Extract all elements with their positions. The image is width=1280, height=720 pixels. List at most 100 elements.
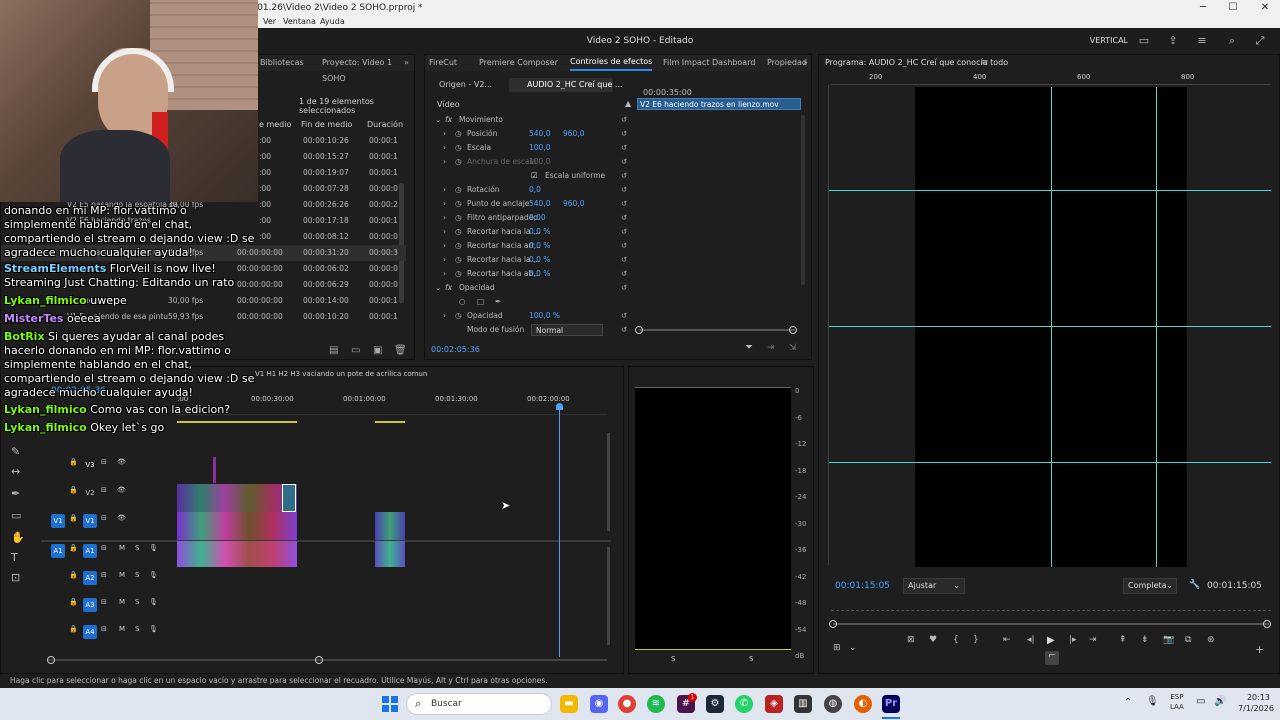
solo-left[interactable]: S (671, 655, 675, 663)
language-indicator[interactable]: ESP LAA (1170, 692, 1184, 712)
effect-row[interactable]: › ◷ Punto de anclaje 540,0 960,0 ↺ (425, 197, 805, 211)
reset-icon[interactable]: ↺ (621, 239, 627, 253)
blend-mode-dropdown[interactable]: Normal (531, 324, 603, 336)
reset-icon[interactable]: ↺ (621, 183, 627, 197)
network-icon[interactable]: ▭ (1196, 696, 1205, 707)
reset-icon[interactable]: ↺ (621, 113, 627, 127)
property-value[interactable]: 0,0 % (529, 253, 550, 267)
effect-row[interactable]: › ◷ Recortar hacia ab... 0,0 % ↺ (425, 267, 805, 281)
menu-ayuda[interactable]: Ayuda (320, 16, 345, 28)
sync-lock-icon[interactable]: ⊟ (101, 544, 107, 552)
chevron-right-icon[interactable]: › (443, 141, 446, 155)
tab-proyecto[interactable]: Proyecto: Video 1 SOHO (322, 55, 414, 87)
track-target[interactable]: A1 (83, 544, 97, 558)
eye-icon[interactable]: 👁 (117, 514, 126, 522)
eye-icon[interactable]: 👁 (117, 458, 126, 466)
horizontal-scroll-handle-right[interactable] (315, 656, 323, 664)
lock-icon[interactable]: 🔒 (69, 571, 78, 579)
effect-row[interactable]: › ◷ Recortar hacia la ... 0,0 % ↺ (425, 253, 805, 267)
workspace-label[interactable]: VERTICAL (1090, 28, 1128, 54)
new-item-icon[interactable]: ▣ (373, 345, 382, 356)
reset-icon[interactable]: ↺ (621, 253, 627, 267)
track-target[interactable]: A2 (83, 571, 97, 585)
uniform-scale-checkbox[interactable]: ☑ (531, 169, 538, 183)
volume-icon[interactable]: 🔊 (1214, 696, 1226, 707)
stopwatch-icon[interactable]: ◷ (455, 267, 462, 281)
caption-tool-icon[interactable]: ⊡ (11, 571, 20, 584)
new-bin-icon[interactable]: ▭ (351, 345, 360, 356)
ripple-tool-icon[interactable]: ↔ (11, 465, 20, 478)
reset-icon[interactable]: ↺ (621, 141, 627, 155)
eye-icon[interactable]: 👁 (117, 486, 126, 494)
effect-row[interactable]: Modo de fusión Normal ↺ (425, 323, 805, 337)
stopwatch-icon[interactable]: ◷ (455, 155, 462, 169)
step-forward-icon[interactable]: |▸ (1069, 635, 1077, 645)
clip-bar[interactable]: V2 E6 haciendo trazos en lienzo.mov (637, 98, 801, 110)
column-header-start[interactable]: e medio (259, 120, 291, 129)
sync-lock-icon[interactable]: ⊟ (101, 458, 107, 466)
lock-icon[interactable]: 🔒 (69, 544, 78, 552)
program-zoom-handle-right[interactable] (1263, 620, 1271, 628)
settings-icon[interactable]: ⇲ (789, 343, 797, 353)
discord-icon[interactable]: ◉ (590, 695, 608, 713)
tab-premiere-composer[interactable]: Premiere Composer (479, 55, 558, 71)
compare-icon[interactable]: ⧉ (1185, 635, 1191, 645)
icon-view-icon[interactable]: ▤ (329, 345, 338, 356)
audio-vertical-scroll[interactable] (607, 547, 610, 645)
mark-in-icon[interactable]: { (953, 635, 959, 645)
effects-timecode[interactable]: 00:02:05:36 (431, 345, 480, 354)
lock-icon[interactable]: 🔒 (69, 598, 78, 606)
mute-button[interactable]: M (119, 625, 125, 633)
horizontal-scroll-handle-left[interactable] (47, 656, 55, 664)
lock-icon[interactable]: 🔒 (69, 486, 78, 494)
source-tab[interactable]: Origen - V2... (439, 80, 492, 89)
property-value[interactable]: 0,0 % (529, 239, 550, 253)
track-target[interactable]: A3 (83, 598, 97, 612)
chevron-right-icon[interactable]: › (443, 211, 446, 225)
chevron-right-icon[interactable]: › (443, 267, 446, 281)
effect-row[interactable]: › ◷ Opacidad 100,0 % ↺ (425, 309, 805, 323)
insert-icon[interactable]: ⊠ (907, 635, 915, 645)
type-tool-icon[interactable]: T (11, 551, 18, 564)
camera-icon[interactable]: 📷 (1163, 635, 1174, 645)
export-icon[interactable]: ⇥ (767, 343, 775, 353)
sequence-tab[interactable]: AUDIO 2_HC Creí que ... (527, 80, 623, 89)
reset-icon[interactable]: ↺ (621, 323, 627, 337)
tab-effect-controls[interactable]: Controles de efectos (570, 55, 653, 71)
column-header-end[interactable]: Fin de medio (301, 120, 352, 129)
stopwatch-icon[interactable]: ◷ (455, 141, 462, 155)
scroll-up-icon[interactable]: ▲ (625, 99, 631, 108)
property-value[interactable]: 0,00 (529, 211, 546, 225)
fx-icon[interactable]: fx (445, 281, 452, 295)
property-value-2[interactable]: 960,0 (563, 127, 584, 141)
mute-button[interactable]: M (119, 571, 125, 579)
effect-row[interactable]: › ◷ Escala 100,0 ↺ (425, 141, 805, 155)
firefox-icon[interactable]: ◐ (854, 695, 872, 713)
audio-app-icon[interactable]: ▥ (794, 695, 812, 713)
solo-button[interactable]: S (135, 571, 139, 579)
file-explorer-icon[interactable]: ▬ (560, 695, 578, 713)
fullscreen-icon[interactable]: ⤢ (1254, 35, 1266, 47)
voiceover-icon[interactable]: 🎙 (149, 571, 158, 579)
rectangle-tool-icon[interactable]: ▭ (11, 509, 21, 522)
reset-icon[interactable]: ↺ (621, 309, 627, 323)
stopwatch-icon[interactable]: ◷ (455, 309, 462, 323)
horizontal-scroll[interactable] (47, 659, 607, 661)
tab-firecut[interactable]: FireCut (429, 55, 457, 71)
lift-icon[interactable]: ⇞ (1119, 635, 1127, 645)
steam-icon[interactable]: ⚙ (706, 695, 724, 713)
fx-icon[interactable]: fx (445, 113, 452, 127)
windows-start-icon[interactable] (382, 696, 398, 712)
chevron-right-icon[interactable]: › (443, 309, 446, 323)
sync-lock-icon[interactable]: ⊟ (101, 598, 107, 606)
microphone-icon[interactable]: 🎙 (1146, 696, 1159, 707)
chevron-right-icon[interactable]: › (443, 155, 446, 169)
lock-icon[interactable]: 🔒 (69, 514, 78, 522)
solo-button[interactable]: S (135, 598, 139, 606)
property-value[interactable]: 100,0 (529, 155, 550, 169)
maximize-button[interactable]: ☐ (1218, 0, 1248, 16)
tabs-overflow-icon[interactable]: » (404, 55, 409, 71)
pen-tool-icon[interactable]: ✒ (11, 487, 20, 500)
chevron-right-icon[interactable]: › (443, 197, 446, 211)
property-value[interactable]: 0,0 % (529, 267, 550, 281)
